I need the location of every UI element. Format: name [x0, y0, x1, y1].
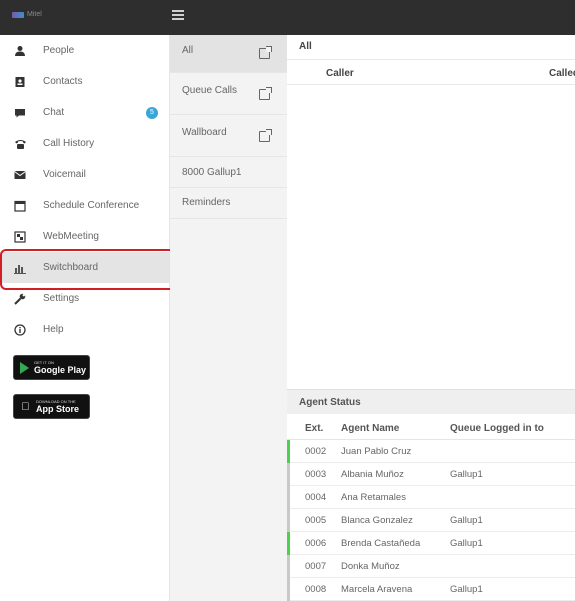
- agent-ext: 0002: [305, 446, 327, 457]
- table-row[interactable]: 0005 Blanca Gonzalez Gallup1: [287, 509, 575, 532]
- agent-status-indicator: [287, 463, 290, 486]
- subnav-item-label: All: [182, 45, 194, 56]
- column-header-called[interactable]: Called: [549, 68, 575, 79]
- top-bar: Mitel: [0, 0, 575, 35]
- app-store-small-text: Download on the: [36, 398, 76, 404]
- agent-name: Ana Retamales: [341, 492, 406, 503]
- switchboard-subnav: All Queue Calls Wallboard 8000 Gallup1 R…: [170, 35, 287, 601]
- envelope-icon: [13, 168, 27, 182]
- column-header-ext[interactable]: Ext.: [305, 423, 323, 434]
- table-row[interactable]: 0004 Ana Retamales: [287, 486, 575, 509]
- sidebar-item-people[interactable]: People: [0, 35, 170, 66]
- agent-status-section-header: Agent Status: [287, 389, 575, 414]
- agent-ext: 0007: [305, 561, 327, 572]
- table-row[interactable]: 0006 Brenda Castañeda Gallup1: [287, 532, 575, 555]
- sidebar-item-label: Settings: [43, 293, 80, 304]
- switchboard-highlight-box: [0, 249, 176, 290]
- chat-bubble-icon: [13, 106, 27, 120]
- sidebar-item-label: Help: [43, 324, 64, 335]
- unread-count-badge: 5: [146, 106, 158, 119]
- agent-status-indicator: [287, 578, 290, 601]
- info-icon: [13, 323, 27, 337]
- sidebar-item-help[interactable]: Help: [0, 314, 170, 345]
- agent-ext: 0005: [305, 515, 327, 526]
- table-row[interactable]: 0007 Donka Muñoz: [287, 555, 575, 578]
- agent-queue: Gallup1: [450, 538, 483, 549]
- table-row[interactable]: 0003 Albania Muñoz Gallup1: [287, 463, 575, 486]
- agent-table-header: Ext. Agent Name Queue Logged in to: [287, 414, 575, 440]
- sidebar-item-voicemail[interactable]: Voicemail: [0, 159, 170, 190]
- sidebar-item-label: Chat: [43, 107, 65, 118]
- app-store-big-text: App Store: [36, 403, 80, 414]
- logo-mark-icon: [12, 11, 24, 18]
- agent-status-indicator: [287, 555, 290, 578]
- sidebar-item-label: Voicemail: [43, 169, 86, 180]
- subnav-item-label: Reminders: [182, 197, 231, 208]
- agent-name: Albania Muñoz: [341, 469, 404, 480]
- calls-table-header: Caller Called: [287, 59, 575, 85]
- wrench-icon: [13, 292, 27, 306]
- column-header-queue[interactable]: Queue Logged in to: [450, 423, 544, 434]
- address-book-icon: [13, 75, 27, 89]
- subnav-item-wallboard[interactable]: Wallboard: [170, 115, 287, 157]
- app-logo[interactable]: Mitel: [12, 11, 42, 18]
- external-link-icon[interactable]: [259, 87, 272, 100]
- google-play-badge[interactable]: Get it on Google Play: [13, 355, 90, 380]
- agent-queue: Gallup1: [450, 584, 483, 595]
- sidebar-item-label: Contacts: [43, 76, 83, 87]
- column-header-caller[interactable]: Caller: [326, 68, 354, 79]
- agent-name: Marcela Aravena: [341, 584, 413, 595]
- agent-status-indicator: [287, 486, 290, 509]
- external-link-icon[interactable]: [259, 129, 272, 142]
- sidebar-item-call-history[interactable]: Call History: [0, 128, 170, 159]
- sidebar-item-contacts[interactable]: Contacts: [0, 66, 170, 97]
- agent-status-indicator: [287, 532, 290, 555]
- agent-status-indicator: [287, 440, 290, 463]
- subnav-item-label: Wallboard: [182, 127, 227, 138]
- sidebar-item-label: Schedule Conference: [43, 200, 140, 211]
- external-link-icon[interactable]: [259, 46, 272, 59]
- agent-ext: 0003: [305, 469, 327, 480]
- table-row[interactable]: 0002 Juan Pablo Cruz: [287, 440, 575, 463]
- calendar-icon: [13, 199, 27, 213]
- agent-queue: Gallup1: [450, 469, 483, 480]
- subnav-item-queue-calls[interactable]: Queue Calls: [170, 73, 287, 115]
- column-header-agent-name[interactable]: Agent Name: [341, 423, 399, 434]
- google-play-icon: [20, 361, 29, 374]
- menu-toggle-icon[interactable]: [172, 10, 184, 20]
- agent-name: Brenda Castañeda: [341, 538, 421, 549]
- app-store-badge[interactable]:  Download on the App Store: [13, 394, 90, 419]
- sidebar: People Contacts Chat 5 Call History Voic…: [0, 35, 176, 601]
- sidebar-item-chat[interactable]: Chat 5: [0, 97, 170, 128]
- agent-ext: 0004: [305, 492, 327, 503]
- agent-name: Juan Pablo Cruz: [341, 446, 412, 457]
- subnav-item-label: Queue Calls: [182, 85, 238, 96]
- agent-queue: Gallup1: [450, 515, 483, 526]
- sidebar-item-label: WebMeeting: [43, 231, 99, 242]
- apple-icon: : [20, 401, 31, 413]
- webmeeting-icon: [13, 230, 27, 244]
- subnav-item-all[interactable]: All: [170, 35, 287, 73]
- subnav-item-label: 8000 Gallup1: [182, 167, 242, 178]
- agent-name: Donka Muñoz: [341, 561, 400, 572]
- sidebar-item-schedule-conference[interactable]: Schedule Conference: [0, 190, 170, 221]
- google-play-small-text: Get it on: [34, 359, 54, 365]
- agent-ext: 0006: [305, 538, 327, 549]
- subnav-item-reminders[interactable]: Reminders: [170, 188, 287, 219]
- logo-text: Mitel: [27, 11, 42, 18]
- phone-icon: [13, 137, 27, 151]
- main-panel: All Caller Called Agent Status Ext. Agen…: [287, 35, 575, 601]
- agent-name: Blanca Gonzalez: [341, 515, 413, 526]
- page-title: All: [299, 41, 312, 52]
- subnav-item-8000-gallup1[interactable]: 8000 Gallup1: [170, 157, 287, 188]
- agent-ext: 0008: [305, 584, 327, 595]
- agent-status-title: Agent Status: [299, 397, 361, 408]
- google-play-big-text: Google Play: [34, 364, 87, 375]
- sidebar-item-label: Call History: [43, 138, 95, 149]
- sidebar-item-label: People: [43, 45, 75, 56]
- table-row[interactable]: 0008 Marcela Aravena Gallup1: [287, 578, 575, 601]
- person-icon: [13, 44, 27, 58]
- sidebar-item-webmeeting[interactable]: WebMeeting: [0, 221, 170, 252]
- agent-status-indicator: [287, 509, 290, 532]
